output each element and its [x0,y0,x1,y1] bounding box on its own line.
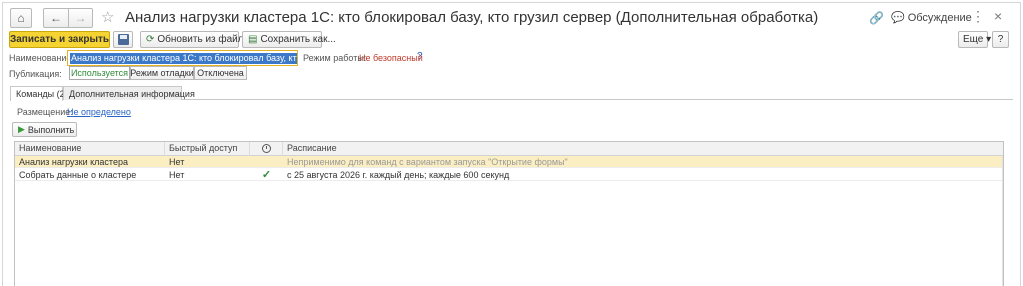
floppy-disk-icon [117,34,129,45]
cell-quick-access[interactable]: Нет [165,169,250,181]
mode-value: Не безопасный [359,53,423,63]
column-header-scheduled[interactable] [250,142,283,156]
save-as-button[interactable]: ▤ Сохранить как... [242,31,336,48]
arrow-left-icon: ← [50,11,62,25]
home-icon: ⌂ [17,11,25,25]
clock-icon [261,144,271,153]
arrow-right-icon: → [74,11,87,25]
save-as-icon: ▤ [248,34,258,45]
table-row[interactable]: Анализ нагрузки кластера Нет Неприменимо… [15,156,1003,168]
cell-command-name: Анализ нагрузки кластера [19,157,128,167]
publication-option-used[interactable]: Используется [69,66,130,80]
column-header-name[interactable]: Наименование [15,142,165,156]
window-frame-right [1020,2,1021,286]
save-as-label: Сохранить как... [260,34,336,45]
cell-command-name: Собрать данные о кластере [19,170,137,180]
publication-option-disabled[interactable]: Отключена [194,66,247,80]
link-icon[interactable]: 🔗 [869,11,884,25]
more-button[interactable]: Еще ▾ [958,31,991,48]
discussion-button[interactable]: 💬 Обсуждение [891,11,972,24]
name-label: Наименование: [9,53,74,63]
close-icon[interactable]: × [994,8,1002,24]
mode-label: Режим работы: [303,53,367,63]
cell-quick-access[interactable]: Нет [165,156,250,168]
name-input[interactable]: Анализ нагрузки кластера 1С: кто блокиро… [67,50,298,66]
table-row[interactable]: Собрать данные о кластере Нет ✓ с 25 авг… [15,169,1003,181]
more-actions-icon[interactable]: ⋮ [971,8,985,25]
run-label: Выполнить [27,124,75,135]
refresh-from-file-button[interactable]: ⟳ Обновить из файла... [140,31,258,48]
processing-form-window: ⌂ ← → ☆ Анализ нагрузки кластера 1С: кто… [0,0,1023,286]
command-bar: Записать и закрыть ⟳ Обновить из файла...… [3,29,1020,49]
forward-button[interactable]: → [68,8,93,28]
publication-label: Публикация: [9,69,62,79]
mode-help-icon[interactable]: ? [417,51,423,62]
column-header-quick-access[interactable]: Быстрый доступ [165,142,250,156]
back-button[interactable]: ← [43,8,68,28]
checkmark-icon: ✓ [261,169,272,181]
chat-icon: 💬 [891,12,905,24]
commands-table: Наименование Быстрый доступ Расписание А… [14,141,1004,286]
run-button[interactable]: ▶ Выполнить [12,122,77,137]
discussion-label: Обсуждение [907,12,972,24]
cell-schedule[interactable]: с 25 августа 2026 г. каждый день; каждые… [283,169,1003,181]
refresh-file-icon: ⟳ [146,34,155,45]
save-and-close-button[interactable]: Записать и закрыть [9,31,110,48]
home-button[interactable]: ⌂ [10,8,32,28]
favorite-star-icon[interactable]: ☆ [101,8,114,26]
cell-scheduled-checkbox[interactable] [250,156,283,168]
save-button[interactable] [113,31,133,48]
title-bar: ⌂ ← → ☆ Анализ нагрузки кластера 1С: кто… [3,3,1020,29]
help-button[interactable]: ? [992,31,1009,48]
tab-additional-info[interactable]: Дополнительная информация [63,86,195,100]
publication-option-debug[interactable]: Режим отладки [130,66,194,80]
table-header: Наименование Быстрый доступ Расписание [15,142,1003,156]
play-icon: ▶ [18,124,25,134]
table-right-edge [1002,156,1003,286]
tab-commands[interactable]: Команды (2) [10,86,68,101]
name-input-value: Анализ нагрузки кластера 1С: кто блокиро… [70,53,297,64]
column-header-schedule[interactable]: Расписание [283,142,1003,156]
cell-schedule: Неприменимо для команд с вариантом запус… [287,157,568,167]
window-title: Анализ нагрузки кластера 1С: кто блокиро… [125,9,819,26]
cell-scheduled-checkbox[interactable]: ✓ [250,169,283,181]
placement-link[interactable]: Не определено [67,107,131,117]
placement-label: Размещение: [17,107,73,117]
